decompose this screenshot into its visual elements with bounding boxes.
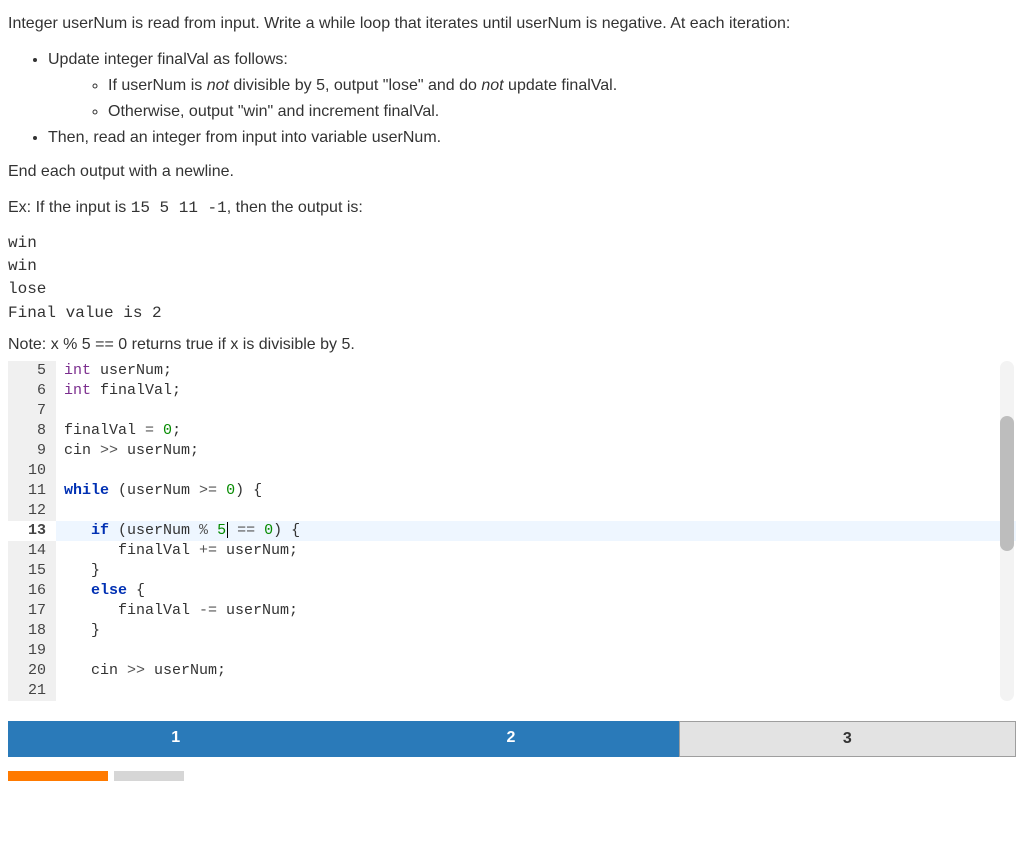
newline-note: End each output with a newline. [8, 160, 1016, 184]
code-content[interactable]: } [56, 621, 1016, 641]
code-line[interactable]: 13 if (userNum % 5 == 0) { [8, 521, 1016, 541]
code-content[interactable]: finalVal += userNum; [56, 541, 1016, 561]
code-content[interactable] [56, 641, 1016, 661]
code-content[interactable] [56, 501, 1016, 521]
code-line[interactable]: 11while (userNum >= 0) { [8, 481, 1016, 501]
code-line[interactable]: 9cin >> userNum; [8, 441, 1016, 461]
code-line[interactable]: 5int userNum; [8, 361, 1016, 381]
tab-2[interactable]: 2 [343, 721, 678, 757]
example-label: Ex: If the input is 15 5 11 -1, then the… [8, 196, 1016, 220]
code-line[interactable]: 21 [8, 681, 1016, 701]
code-content[interactable]: else { [56, 581, 1016, 601]
line-number: 15 [8, 561, 56, 581]
line-number: 14 [8, 541, 56, 561]
code-line[interactable]: 15 } [8, 561, 1016, 581]
code-content[interactable]: cin >> userNum; [56, 441, 1016, 461]
line-number: 10 [8, 461, 56, 481]
code-line[interactable]: 12 [8, 501, 1016, 521]
code-content[interactable]: if (userNum % 5 == 0) { [56, 521, 1016, 541]
code-content[interactable]: finalVal = 0; [56, 421, 1016, 441]
line-number: 17 [8, 601, 56, 621]
line-number: 9 [8, 441, 56, 461]
sub-requirements: If userNum is not divisible by 5, output… [48, 74, 1016, 124]
subbullet-win: Otherwise, output "win" and increment fi… [108, 100, 1016, 124]
code-line[interactable]: 19 [8, 641, 1016, 661]
line-number: 16 [8, 581, 56, 601]
modulo-note: Note: x % 5 == 0 returns true if x is di… [8, 333, 1016, 357]
code-content[interactable]: int finalVal; [56, 381, 1016, 401]
line-number: 12 [8, 501, 56, 521]
code-line[interactable]: 20 cin >> userNum; [8, 661, 1016, 681]
example-output: win win lose Final value is 2 [8, 232, 1016, 325]
subbullet-lose: If userNum is not divisible by 5, output… [108, 74, 1016, 98]
code-content[interactable]: int userNum; [56, 361, 1016, 381]
code-line[interactable]: 16 else { [8, 581, 1016, 601]
line-number: 13 [8, 521, 56, 541]
code-line[interactable]: 6int finalVal; [8, 381, 1016, 401]
code-content[interactable]: while (userNum >= 0) { [56, 481, 1016, 501]
code-content[interactable] [56, 681, 1016, 701]
code-line[interactable]: 14 finalVal += userNum; [8, 541, 1016, 561]
scrollbar-thumb[interactable] [1000, 416, 1014, 551]
line-number: 7 [8, 401, 56, 421]
code-content[interactable]: finalVal -= userNum; [56, 601, 1016, 621]
code-content[interactable] [56, 401, 1016, 421]
code-line[interactable]: 8finalVal = 0; [8, 421, 1016, 441]
line-number: 11 [8, 481, 56, 501]
progress-bar [8, 771, 1016, 781]
bullet-update-finalval: Update integer finalVal as follows: If u… [48, 48, 1016, 124]
line-number: 6 [8, 381, 56, 401]
tab-1[interactable]: 1 [8, 721, 343, 757]
progress-segment-active [8, 771, 108, 781]
code-content[interactable]: cin >> userNum; [56, 661, 1016, 681]
step-tabs: 1 2 3 [8, 721, 1016, 757]
line-number: 8 [8, 421, 56, 441]
line-number: 21 [8, 681, 56, 701]
code-line[interactable]: 17 finalVal -= userNum; [8, 601, 1016, 621]
intro-text: Integer userNum is read from input. Writ… [8, 12, 1016, 36]
line-number: 20 [8, 661, 56, 681]
code-editor[interactable]: 5int userNum;6int finalVal;7 8finalVal =… [8, 361, 1016, 701]
line-number: 19 [8, 641, 56, 661]
requirements-list: Update integer finalVal as follows: If u… [8, 48, 1016, 150]
code-line[interactable]: 7 [8, 401, 1016, 421]
code-line[interactable]: 18 } [8, 621, 1016, 641]
tab-3[interactable]: 3 [679, 721, 1016, 757]
progress-segment-inactive [114, 771, 184, 781]
code-content[interactable]: } [56, 561, 1016, 581]
bullet-read-input: Then, read an integer from input into va… [48, 126, 1016, 150]
line-number: 5 [8, 361, 56, 381]
code-line[interactable]: 10 [8, 461, 1016, 481]
code-content[interactable] [56, 461, 1016, 481]
problem-statement: Integer userNum is read from input. Writ… [8, 12, 1016, 357]
line-number: 18 [8, 621, 56, 641]
